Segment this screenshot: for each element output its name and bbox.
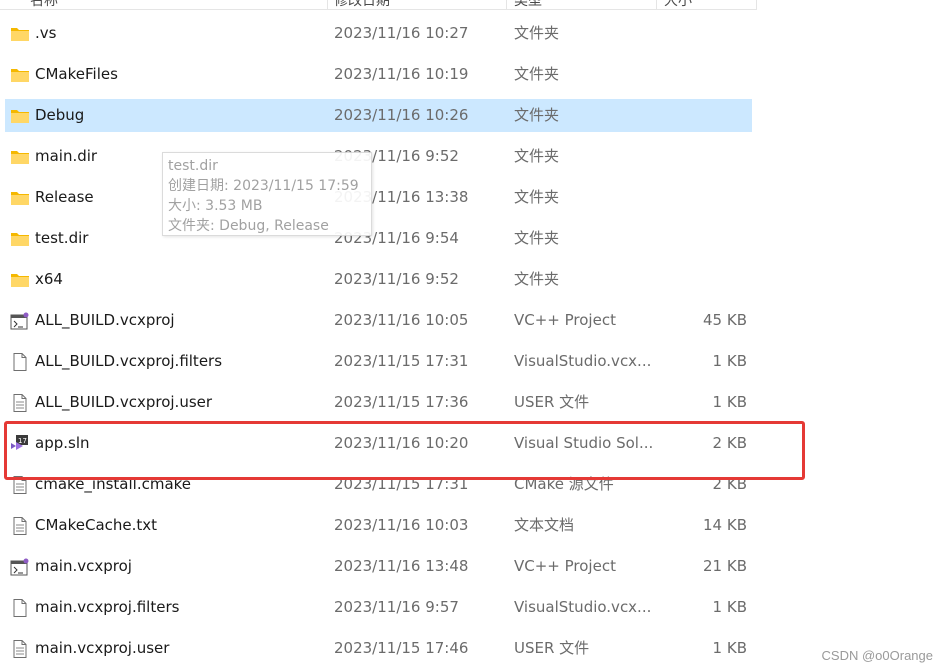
file-type: 文件夹 — [514, 147, 560, 165]
file-row[interactable]: main.vcxproj.filters 2023/11/16 9:57 Visua… — [5, 591, 752, 624]
file-type: 文件夹 — [514, 229, 560, 247]
file-row[interactable]: ALL_BUILD.vcxproj.filters 2023/11/15 17:3… — [5, 345, 752, 378]
file-size: 21 KB — [703, 557, 747, 575]
folder-row[interactable]: Release 2023/11/16 13:38 文件夹 — [5, 181, 752, 214]
tooltip-created-date: 创建日期: 2023/11/15 17:59 — [168, 178, 359, 194]
vcxproj-icon — [10, 312, 30, 330]
file-type: 文件夹 — [514, 106, 560, 124]
file-modified-date: 2023/11/16 10:05 — [334, 311, 469, 329]
file-name: ALL_BUILD.vcxproj.filters — [35, 352, 223, 370]
file-modified-date: 2023/11/16 9:57 — [334, 598, 459, 616]
column-header: 名称 修改日期 类型 大小 — [0, 0, 757, 10]
column-date-header[interactable]: 修改日期 — [334, 0, 390, 9]
file-modified-date: 2023/11/16 13:48 — [334, 557, 469, 575]
folder-icon — [10, 189, 30, 207]
tooltip-title: test.dir — [168, 158, 218, 174]
folder-icon — [10, 148, 30, 166]
folder-row[interactable]: Debug 2023/11/16 10:26 文件夹 — [5, 99, 752, 132]
file-name: main.dir — [35, 147, 98, 165]
text-file-icon — [10, 394, 30, 412]
file-modified-date: 2023/11/15 17:46 — [334, 639, 469, 657]
file-name: Debug — [35, 106, 85, 124]
column-name-header[interactable]: 名称 — [30, 0, 58, 9]
folder-row[interactable]: x64 2023/11/16 9:52 文件夹 — [5, 263, 752, 296]
text-file-icon — [10, 517, 30, 535]
folder-row[interactable]: .vs 2023/11/16 10:27 文件夹 — [5, 17, 752, 50]
folder-icon — [10, 66, 30, 84]
file-type: VC++ Project — [514, 311, 616, 329]
tooltip-contents: 文件夹: Debug, Release — [168, 218, 329, 234]
vcxproj-icon — [10, 558, 30, 576]
folder-icon — [10, 230, 30, 248]
file-size: 1 KB — [712, 393, 747, 411]
file-type: 文本文档 — [514, 516, 575, 534]
file-type: 文件夹 — [514, 270, 560, 288]
file-type: USER 文件 — [514, 393, 590, 411]
folder-row[interactable]: CMakeFiles 2023/11/16 10:19 文件夹 — [5, 58, 752, 91]
file-type: 文件夹 — [514, 24, 560, 42]
file-row[interactable]: ALL_BUILD.vcxproj 2023/11/16 10:05 VC++ Pr… — [5, 304, 752, 337]
file-row[interactable]: main.vcxproj 2023/11/16 13:48 VC++ Project… — [5, 550, 752, 583]
file-name: Release — [35, 188, 94, 206]
file-type: 文件夹 — [514, 65, 560, 83]
file-name: ALL_BUILD.vcxproj.user — [35, 393, 213, 411]
file-modified-date: 2023/11/15 17:31 — [334, 352, 469, 370]
folder-icon — [10, 107, 30, 125]
file-name: main.vcxproj — [35, 557, 132, 575]
column-divider[interactable] — [506, 0, 507, 9]
file-name: main.vcxproj.filters — [35, 598, 180, 616]
folder-icon — [10, 271, 30, 289]
folder-icon — [10, 25, 30, 43]
file-size: 1 KB — [712, 352, 747, 370]
blank-file-icon — [10, 353, 30, 371]
file-name: x64 — [35, 270, 63, 288]
file-row[interactable]: main.vcxproj.user 2023/11/15 17:46 USER 文件… — [5, 632, 752, 665]
file-modified-date: 2023/11/16 10:27 — [334, 24, 469, 42]
file-modified-date: 2023/11/16 10:03 — [334, 516, 469, 534]
column-divider[interactable] — [756, 0, 757, 9]
file-type: VisualStudio.vcx... — [514, 352, 652, 370]
column-divider[interactable] — [327, 0, 328, 9]
file-modified-date: 2023/11/16 10:19 — [334, 65, 469, 83]
folder-row[interactable]: main.dir 2023/11/16 9:52 文件夹 — [5, 140, 752, 173]
folder-row[interactable]: test.dir 2023/11/16 9:54 文件夹 — [5, 222, 752, 255]
file-row[interactable]: CMakeCache.txt 2023/11/16 10:03 文本文档 14 KB — [5, 509, 752, 542]
file-row[interactable]: ALL_BUILD.vcxproj.user 2023/11/15 17:36 US… — [5, 386, 752, 419]
file-name: CMakeCache.txt — [35, 516, 158, 534]
file-type: 文件夹 — [514, 188, 560, 206]
file-type: USER 文件 — [514, 639, 590, 657]
file-name: ALL_BUILD.vcxproj — [35, 311, 175, 329]
watermark: CSDN @o0Orange — [821, 648, 933, 663]
file-size: 45 KB — [703, 311, 747, 329]
file-name: test.dir — [35, 229, 89, 247]
file-modified-date: 2023/11/15 17:36 — [334, 393, 469, 411]
file-type: VC++ Project — [514, 557, 616, 575]
file-size: 1 KB — [712, 639, 747, 657]
column-type-header[interactable]: 类型 — [514, 0, 542, 9]
file-name: .vs — [35, 24, 57, 42]
file-name: main.vcxproj.user — [35, 639, 170, 657]
file-modified-date: 2023/11/16 9:52 — [334, 270, 459, 288]
file-modified-date: 2023/11/16 10:26 — [334, 106, 469, 124]
file-name: CMakeFiles — [35, 65, 118, 83]
column-size-header[interactable]: 大小 — [664, 0, 692, 9]
tooltip-size: 大小: 3.53 MB — [168, 198, 263, 214]
blank-file-icon — [10, 599, 30, 617]
text-file-icon — [10, 640, 30, 658]
folder-tooltip: test.dir 创建日期: 2023/11/15 17:59 大小: 3.53… — [162, 152, 372, 236]
file-size: 14 KB — [703, 516, 747, 534]
file-type: VisualStudio.vcx... — [514, 598, 652, 616]
file-size: 1 KB — [712, 598, 747, 616]
annotation-highlight-box — [4, 421, 805, 480]
column-divider[interactable] — [656, 0, 657, 9]
